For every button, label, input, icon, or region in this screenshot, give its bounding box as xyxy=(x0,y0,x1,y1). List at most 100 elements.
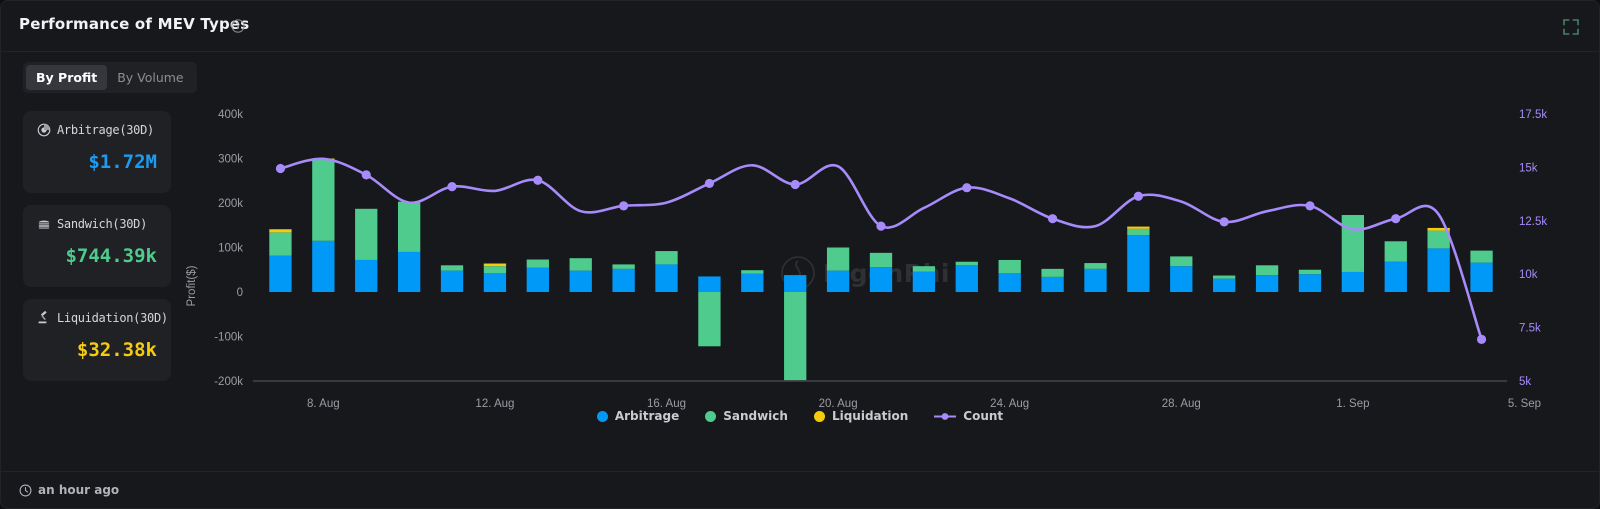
tab-by-profit[interactable]: By Profit xyxy=(26,65,107,90)
mev-performance-chart[interactable]: -200k-100k0100k200k300k400k 5k7.5k10k12.… xyxy=(181,96,1581,441)
bar-segment-sandwich[interactable] xyxy=(741,270,763,274)
panel-footer: an hour ago xyxy=(1,471,1599,508)
count-point[interactable] xyxy=(1048,214,1057,223)
stat-card-sandwich[interactable]: Sandwich(30D) $744.39k xyxy=(23,205,171,287)
count-point[interactable] xyxy=(1477,335,1486,344)
count-point[interactable] xyxy=(533,176,542,185)
sandwich-icon xyxy=(37,217,51,231)
bar-segment-arbitrage[interactable] xyxy=(484,273,506,292)
legend-dot-icon xyxy=(814,411,825,422)
panel-header: Performance of MEV Types xyxy=(1,1,1599,52)
y-axis-left-label: Profit($) xyxy=(186,265,198,306)
count-point[interactable] xyxy=(276,164,285,173)
bar-segment-sandwich[interactable] xyxy=(1342,215,1364,272)
count-point[interactable] xyxy=(705,179,714,188)
bar-segment-arbitrage[interactable] xyxy=(870,267,892,292)
bar-segment-sandwich[interactable] xyxy=(956,262,978,266)
bar-segment-arbitrage[interactable] xyxy=(570,271,592,292)
bar-segment-sandwich[interactable] xyxy=(1127,229,1149,235)
bar-segment-arbitrage[interactable] xyxy=(1041,277,1063,292)
bar-segment-arbitrage[interactable] xyxy=(1170,266,1192,292)
bar-segment-arbitrage[interactable] xyxy=(398,252,420,292)
stat-card-liquidation[interactable]: Liquidation(30D) $32.38k xyxy=(23,299,171,381)
bar-segment-sandwich[interactable] xyxy=(484,266,506,273)
card-label: Sandwich(30D) xyxy=(57,217,147,231)
bar-segment-sandwich[interactable] xyxy=(527,260,549,268)
bar-segment-arbitrage[interactable] xyxy=(999,273,1021,292)
count-point[interactable] xyxy=(1220,217,1229,226)
bar-segment-sandwich[interactable] xyxy=(398,202,420,252)
count-point[interactable] xyxy=(1391,214,1400,223)
legend-item-arbitrage[interactable]: Arbitrage xyxy=(597,409,679,423)
bar-segment-sandwich[interactable] xyxy=(698,292,720,346)
bar-segment-sandwich[interactable] xyxy=(570,258,592,270)
count-point[interactable] xyxy=(876,222,885,231)
bar-series-group[interactable] xyxy=(269,159,1492,381)
bar-segment-sandwich[interactable] xyxy=(269,232,291,255)
bar-segment-sandwich[interactable] xyxy=(612,264,634,268)
bar-segment-arbitrage[interactable] xyxy=(441,271,463,292)
bar-segment-arbitrage[interactable] xyxy=(1299,274,1321,292)
count-point[interactable] xyxy=(1305,201,1314,210)
legend-item-sandwich[interactable]: Sandwich xyxy=(705,409,788,423)
bar-segment-sandwich[interactable] xyxy=(355,209,377,260)
bar-segment-arbitrage[interactable] xyxy=(741,274,763,292)
bar-segment-sandwich[interactable] xyxy=(441,265,463,270)
bar-segment-sandwich[interactable] xyxy=(1213,276,1235,279)
bar-segment-arbitrage[interactable] xyxy=(1213,279,1235,292)
count-point[interactable] xyxy=(962,183,971,192)
count-point[interactable] xyxy=(1134,192,1143,201)
bar-segment-sandwich[interactable] xyxy=(827,248,849,271)
count-point[interactable] xyxy=(447,182,456,191)
count-point[interactable] xyxy=(362,170,371,179)
bar-segment-sandwich[interactable] xyxy=(999,260,1021,273)
fullscreen-expand-icon[interactable] xyxy=(1563,19,1579,35)
bar-segment-arbitrage[interactable] xyxy=(1084,269,1106,292)
bar-segment-sandwich[interactable] xyxy=(312,159,334,240)
bar-segment-sandwich[interactable] xyxy=(1470,251,1492,263)
bar-segment-sandwich[interactable] xyxy=(1041,269,1063,277)
bar-segment-arbitrage[interactable] xyxy=(1342,272,1364,292)
legend-item-liquidation[interactable]: Liquidation xyxy=(814,409,908,423)
bar-segment-sandwich[interactable] xyxy=(1256,265,1278,275)
tab-by-volume[interactable]: By Volume xyxy=(107,65,193,90)
bar-segment-arbitrage[interactable] xyxy=(698,276,720,292)
bar-segment-sandwich[interactable] xyxy=(1299,270,1321,274)
bar-segment-arbitrage[interactable] xyxy=(1470,263,1492,292)
bar-segment-sandwich[interactable] xyxy=(1385,241,1407,261)
bar-segment-arbitrage[interactable] xyxy=(1385,262,1407,292)
page-title: Performance of MEV Types xyxy=(19,15,249,33)
bar-segment-sandwich[interactable] xyxy=(870,253,892,267)
bar-segment-arbitrage[interactable] xyxy=(612,269,634,292)
bar-segment-sandwich[interactable] xyxy=(655,251,677,264)
bar-segment-arbitrage[interactable] xyxy=(956,265,978,292)
stat-card-arbitrage[interactable]: Arbitrage(30D) $1.72M xyxy=(23,111,171,193)
bar-segment-arbitrage[interactable] xyxy=(784,275,806,292)
chart-legend[interactable]: Arbitrage Sandwich Liquidation Count xyxy=(1,409,1599,423)
bar-segment-arbitrage[interactable] xyxy=(269,256,291,292)
count-point[interactable] xyxy=(619,201,628,210)
view-mode-tabs[interactable]: By Profit By Volume xyxy=(23,62,197,93)
bar-segment-sandwich[interactable] xyxy=(784,292,806,380)
bar-segment-arbitrage[interactable] xyxy=(827,271,849,292)
bar-segment-liquidation[interactable] xyxy=(484,264,506,267)
bar-segment-liquidation[interactable] xyxy=(269,229,291,232)
bar-segment-arbitrage[interactable] xyxy=(1256,275,1278,292)
bar-segment-arbitrage[interactable] xyxy=(1428,248,1450,292)
bar-segment-arbitrage[interactable] xyxy=(312,241,334,292)
bar-segment-arbitrage[interactable] xyxy=(355,260,377,292)
bar-segment-sandwich[interactable] xyxy=(1428,231,1450,249)
bar-segment-arbitrage[interactable] xyxy=(527,268,549,292)
bar-segment-arbitrage[interactable] xyxy=(1127,235,1149,292)
bar-segment-sandwich[interactable] xyxy=(1170,256,1192,266)
card-label: Liquidation(30D) xyxy=(57,311,168,325)
bar-segment-arbitrage[interactable] xyxy=(913,272,935,292)
bar-segment-liquidation[interactable] xyxy=(1127,227,1149,229)
card-value: $32.38k xyxy=(37,339,157,361)
bar-segment-sandwich[interactable] xyxy=(913,266,935,271)
legend-item-count[interactable]: Count xyxy=(934,409,1003,423)
count-point[interactable] xyxy=(791,180,800,189)
bar-segment-arbitrage[interactable] xyxy=(655,264,677,292)
bar-segment-sandwich[interactable] xyxy=(1084,263,1106,269)
info-circle-icon[interactable] xyxy=(231,19,245,33)
